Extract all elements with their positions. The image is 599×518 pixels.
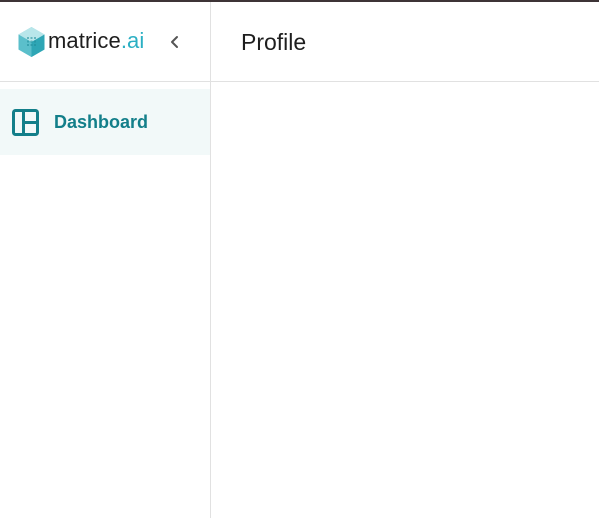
chevron-left-icon — [164, 36, 186, 56]
sidebar-item-label: Dashboard — [54, 112, 149, 132]
collapse-sidebar-button[interactable] — [164, 31, 186, 53]
brand-name-suffix: .ai — [120, 28, 145, 53]
sidebar: matrice.ai Dashboard — [0, 2, 211, 518]
brand-name-main: matrice — [48, 28, 121, 53]
content-area — [211, 82, 599, 518]
page-title: Profile — [241, 29, 307, 55]
brand-area: matrice.ai — [0, 2, 210, 82]
page-header: Profile — [211, 2, 599, 82]
brand-name: matrice.ai — [48, 27, 144, 55]
main-area: Profile — [211, 2, 599, 518]
sidebar-item-dashboard[interactable]: Dashboard — [0, 89, 210, 155]
